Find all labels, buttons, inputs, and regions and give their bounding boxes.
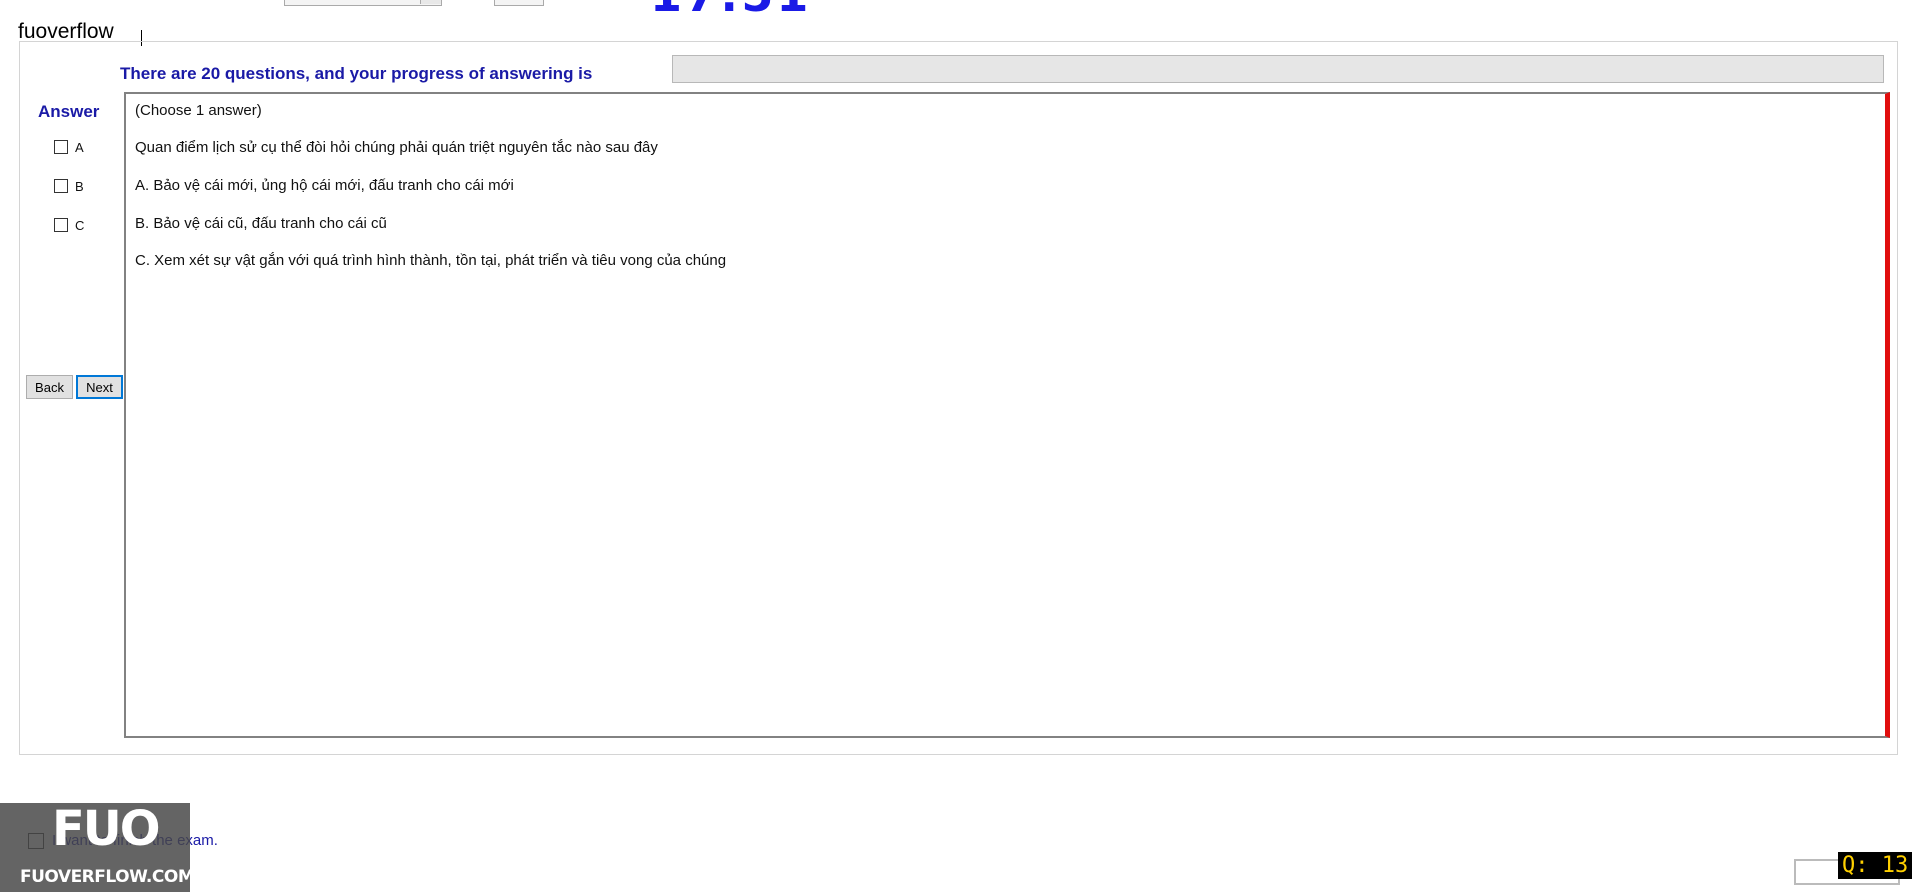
option-b-label: B [75, 178, 84, 194]
progress-bar [672, 55, 1884, 83]
option-a-label: A [75, 139, 84, 155]
logo-mark: FUO [52, 801, 161, 857]
option-a[interactable]: A [54, 137, 134, 157]
answer-title: Answer [38, 102, 100, 121]
question-instruction: (Choose 1 answer) [135, 102, 262, 119]
logo-text: FUOVERFLOW.COM [20, 867, 195, 887]
exam-code-input[interactable] [284, 0, 442, 6]
question-number-badge: Q: 13 [1838, 852, 1913, 879]
choice-b-text: B. Bảo vệ cái cũ, đấu tranh cho cái cũ [135, 215, 387, 232]
countdown-timer: 17:51 [650, 0, 811, 18]
choice-a-text: A. Bảo vệ cái mới, ủng hộ cái mới, đấu t… [135, 177, 514, 194]
next-button[interactable]: Next [76, 375, 123, 399]
checkbox-a[interactable] [54, 140, 68, 154]
choice-c-text: C. Xem xét sự vật gắn với quá trình hình… [135, 252, 727, 269]
back-button[interactable]: Back [26, 375, 73, 399]
checkbox-c[interactable] [54, 218, 68, 232]
progress-label: There are 20 questions, and your progres… [120, 64, 593, 83]
watermark-logo: FUO FUOVERFLOW.COM [0, 801, 195, 892]
option-c[interactable]: C [54, 215, 134, 235]
question-content-box[interactable]: (Choose 1 answer) Quan điểm lịch sử cụ t… [124, 92, 1890, 738]
checkbox-b[interactable] [54, 179, 68, 193]
question-text: Quan điểm lịch sử cụ thể đòi hỏi chúng p… [135, 139, 658, 156]
font-size-spinner[interactable] [494, 0, 544, 6]
dropdown-arrow-icon[interactable] [420, 0, 441, 4]
option-b[interactable]: B [54, 176, 134, 196]
option-c-label: C [75, 217, 85, 233]
